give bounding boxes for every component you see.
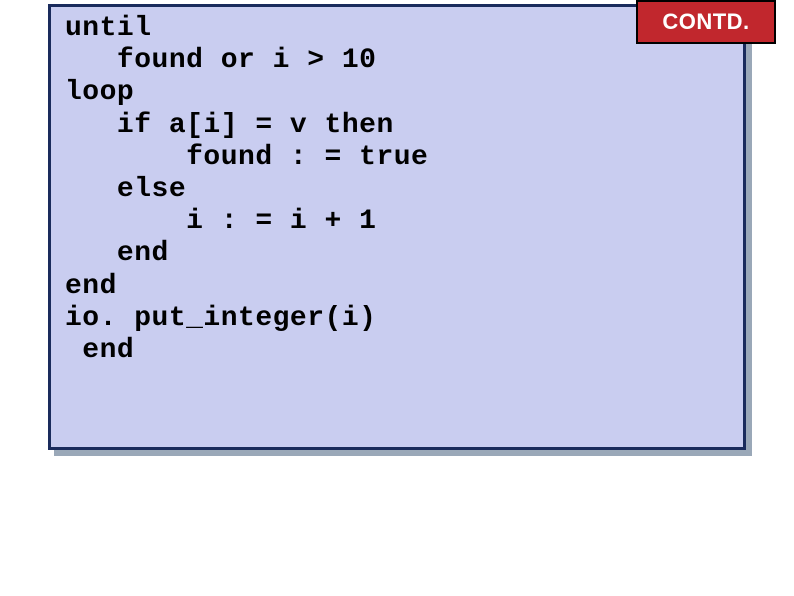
code-box: until found or i > 10 loop if a[i] = v t… — [48, 4, 746, 450]
code-line: found : = true — [65, 142, 737, 174]
code-line: if a[i] = v then — [65, 110, 737, 142]
code-line: io. put_integer(i) — [65, 303, 737, 335]
contd-badge: CONTD. — [636, 0, 776, 44]
code-line: end — [65, 335, 737, 367]
code-line: end — [65, 238, 737, 270]
badge-label: CONTD. — [662, 9, 749, 35]
code-line: found or i > 10 — [65, 45, 737, 77]
code-line: i : = i + 1 — [65, 206, 737, 238]
code-line: loop — [65, 77, 737, 109]
code-line: end — [65, 271, 737, 303]
code-line: else — [65, 174, 737, 206]
